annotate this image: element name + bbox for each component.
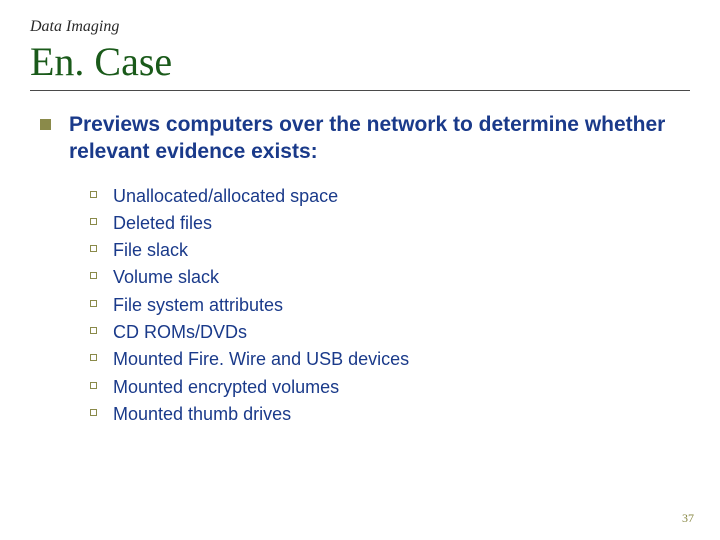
page-number: 37 (682, 511, 694, 526)
hollow-square-icon (90, 354, 97, 361)
hollow-square-icon (90, 272, 97, 279)
sub-list: Unallocated/allocated space Deleted file… (90, 184, 690, 427)
list-item: Deleted files (90, 211, 690, 235)
list-item-text: Deleted files (113, 211, 212, 235)
list-item-text: Volume slack (113, 265, 219, 289)
list-item-text: CD ROMs/DVDs (113, 320, 247, 344)
list-item-text: Mounted thumb drives (113, 402, 291, 426)
section-label: Data Imaging (30, 18, 690, 36)
list-item-text: Mounted encrypted volumes (113, 375, 339, 399)
list-item: Unallocated/allocated space (90, 184, 690, 208)
list-item: CD ROMs/DVDs (90, 320, 690, 344)
list-item: Mounted Fire. Wire and USB devices (90, 347, 690, 371)
hollow-square-icon (90, 327, 97, 334)
square-bullet-icon (40, 119, 51, 130)
list-item-text: File system attributes (113, 293, 283, 317)
hollow-square-icon (90, 191, 97, 198)
main-bullet-row: Previews computers over the network to d… (40, 111, 690, 166)
list-item: Mounted thumb drives (90, 402, 690, 426)
list-item-text: File slack (113, 238, 188, 262)
list-item: Mounted encrypted volumes (90, 375, 690, 399)
hollow-square-icon (90, 245, 97, 252)
hollow-square-icon (90, 300, 97, 307)
hollow-square-icon (90, 218, 97, 225)
slide-title: En. Case (30, 40, 690, 91)
hollow-square-icon (90, 382, 97, 389)
main-bullet-text: Previews computers over the network to d… (69, 111, 690, 166)
list-item: File system attributes (90, 293, 690, 317)
hollow-square-icon (90, 409, 97, 416)
list-item-text: Mounted Fire. Wire and USB devices (113, 347, 409, 371)
list-item: Volume slack (90, 265, 690, 289)
list-item: File slack (90, 238, 690, 262)
list-item-text: Unallocated/allocated space (113, 184, 338, 208)
